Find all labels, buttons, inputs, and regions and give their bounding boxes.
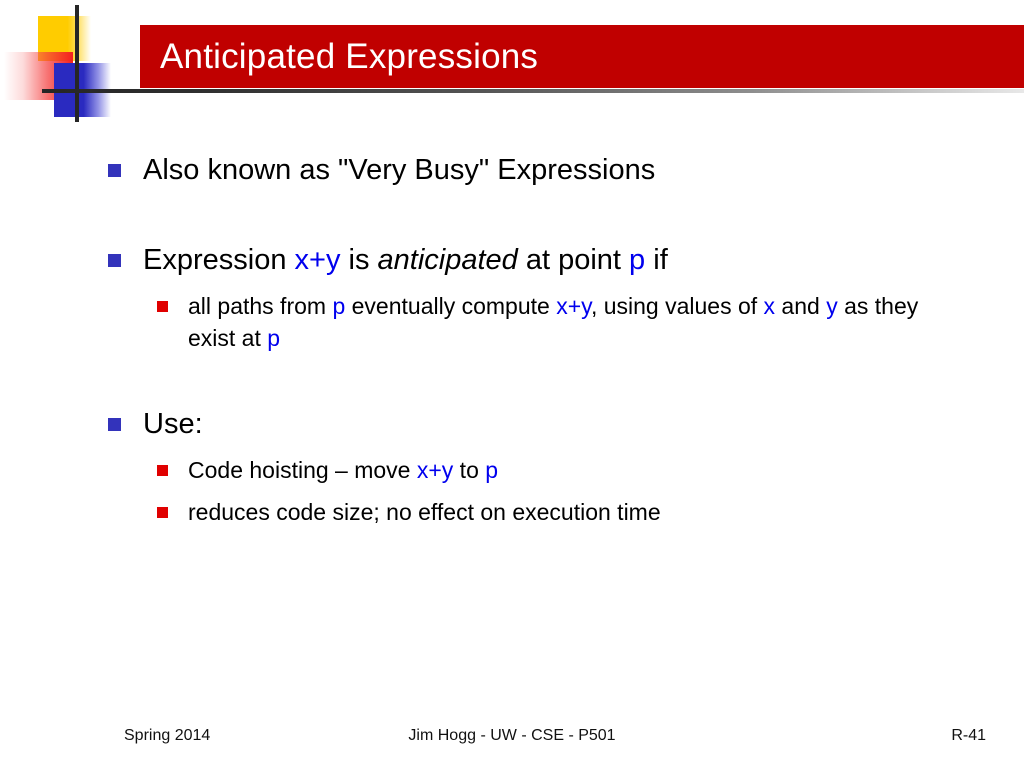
sub-bullet-reduces-code-size: reduces code size; no effect on executio… [157, 496, 1024, 528]
expr-xy-token: x+y [416, 457, 454, 483]
var-y-token: y [826, 293, 838, 319]
page-title: Anticipated Expressions [160, 37, 539, 76]
sub-bullet-text: all paths from p eventually compute x+y,… [188, 290, 968, 354]
expr-xy-token: x+y [294, 244, 341, 276]
bullet-item-expression-definition: Expression x+y is anticipated at point p… [108, 240, 1024, 280]
sub-2-s1: Code hoisting – move [188, 457, 417, 483]
slide-header: Anticipated Expressions [0, 0, 1024, 130]
anticipated-emphasis: anticipated [377, 244, 518, 276]
bullet-2-atpoint: at point [517, 244, 630, 276]
sub-bullet-text: reduces code size; no effect on executio… [188, 499, 661, 525]
expr-xy-token: x+y [556, 293, 591, 319]
sub-bullet-marker-icon [157, 507, 168, 518]
point-p-token: p [267, 325, 281, 351]
slide-content: Also known as "Very Busy" Expressions Ex… [0, 150, 1024, 528]
sub-1-s2: eventually compute [345, 293, 557, 319]
sub-bullet-text: Code hoisting – move x+y to p [188, 454, 498, 486]
bullet-marker-icon [108, 254, 121, 267]
bullet-text: Also known as "Very Busy" Expressions [143, 150, 655, 190]
logo-horizontal-rule [42, 89, 1024, 93]
footer-slide-number: R-41 [951, 727, 986, 744]
point-p-token: p [332, 293, 346, 319]
sub-bullet-all-paths: all paths from p eventually compute x+y,… [157, 290, 1024, 354]
sub-2-s2: to [453, 457, 486, 483]
sub-1-s3: , using values of [590, 293, 764, 319]
sub-bullet-marker-icon [157, 465, 168, 476]
bullet-2-prefix: Expression [143, 244, 295, 276]
bullet-item-also-known-as: Also known as "Very Busy" Expressions [108, 150, 1024, 190]
point-p-token: p [629, 244, 646, 276]
sub-bullet-code-hoisting: Code hoisting – move x+y to p [157, 454, 1024, 486]
sub-bullet-marker-icon [157, 301, 168, 312]
point-p-token: p [485, 457, 499, 483]
var-x-token: x [763, 293, 776, 319]
sub-1-s4: and [775, 293, 827, 319]
bullet-2-is: is [340, 244, 378, 276]
bullet-text: Use: [143, 404, 203, 444]
bullet-text: Expression x+y is anticipated at point p… [143, 240, 668, 280]
sub-1-s1: all paths from [188, 293, 333, 319]
logo-vertical-line [75, 5, 79, 122]
bullet-3-label: Use: [143, 408, 203, 440]
bullet-marker-icon [108, 418, 121, 431]
bullet-item-use: Use: [108, 404, 1024, 444]
bullet-marker-icon [108, 164, 121, 177]
bullet-1-label: Also known as "Very Busy" Expressions [143, 154, 656, 186]
footer-course: Jim Hogg - UW - CSE - P501 [408, 727, 616, 744]
slide-footer: Spring 2014 Jim Hogg - UW - CSE - P501 R… [0, 725, 1024, 755]
bullet-2-if: if [645, 244, 668, 276]
